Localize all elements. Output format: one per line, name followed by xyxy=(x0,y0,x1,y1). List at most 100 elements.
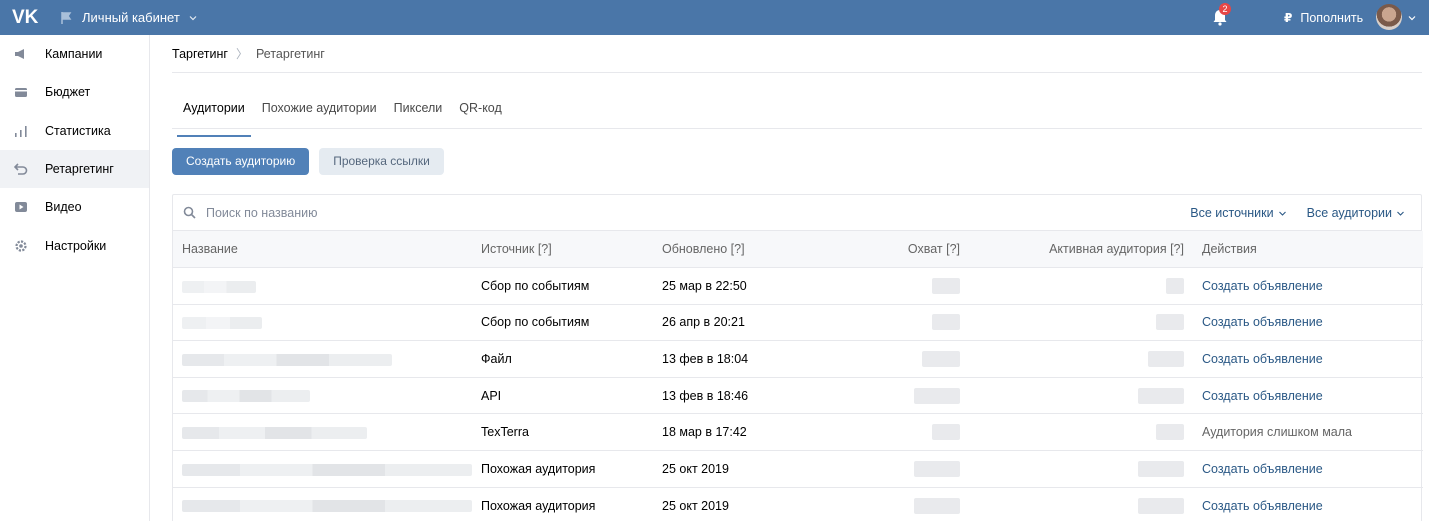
table-row: Сбор по событиям 25 мар в 22:50 Создать … xyxy=(173,267,1423,305)
sidebar-item-label: Настройки xyxy=(45,238,107,253)
search-icon xyxy=(183,206,196,219)
create-ad-link[interactable]: Создать объявление xyxy=(1193,303,1423,341)
search-row: Все источники Все аудитории xyxy=(173,195,1421,231)
row-active-redacted xyxy=(969,486,1193,521)
create-ad-link[interactable]: Создать объявление xyxy=(1193,340,1423,378)
main-content: Таргетинг 〉 Ретаргетинг Аудитории Похожи… xyxy=(172,35,1423,521)
breadcrumb-separator: 〉 xyxy=(235,47,248,61)
column-updated[interactable]: Обновлено [?] xyxy=(653,231,823,268)
tab-qr-code[interactable]: QR-код xyxy=(448,95,508,128)
vk-logo[interactable]: VK xyxy=(12,6,40,28)
table-header-row: Название Источник [?] Обновлено [?] Охва… xyxy=(173,231,1423,268)
row-source: API xyxy=(472,376,653,414)
breadcrumb-current: Ретаргетинг xyxy=(256,46,325,61)
row-reach-redacted xyxy=(823,413,969,451)
row-active-redacted xyxy=(969,376,1193,414)
sidebar-item-statistics[interactable]: Статистика xyxy=(0,112,149,150)
topup-label: Пополнить xyxy=(1300,10,1364,25)
breadcrumb-targeting[interactable]: Таргетинг xyxy=(172,47,228,61)
sidebar-item-campaigns[interactable]: Кампании xyxy=(0,35,149,73)
row-reach-redacted xyxy=(823,450,969,488)
chevron-down-icon xyxy=(1278,211,1286,216)
table-row: Похожая аудитория 25 окт 2019 Создать об… xyxy=(173,450,1423,488)
table-row: Сбор по событиям 26 апр в 20:21 Создать … xyxy=(173,303,1423,341)
audience-name-redacted[interactable] xyxy=(173,376,472,414)
audience-name-redacted[interactable] xyxy=(173,413,472,451)
create-audience-button[interactable]: Создать аудиторию xyxy=(172,148,310,175)
sidebar-item-label: Бюджет xyxy=(45,85,91,100)
create-ad-link[interactable]: Создать объявление xyxy=(1193,450,1423,488)
filters: Все источники Все аудитории xyxy=(1190,195,1405,231)
row-active-redacted xyxy=(969,413,1193,451)
svg-text:VK: VK xyxy=(12,7,39,28)
video-icon xyxy=(15,202,27,213)
row-updated: 13 фев в 18:46 xyxy=(653,376,823,414)
column-source[interactable]: Источник [?] xyxy=(472,231,653,268)
check-link-button[interactable]: Проверка ссылки xyxy=(319,148,444,175)
audience-name-redacted[interactable] xyxy=(173,450,472,488)
sidebar-item-settings[interactable]: Настройки xyxy=(0,226,149,264)
sidebar: Кампании Бюджет Статистика Ретаргетинг В… xyxy=(0,35,150,521)
audience-too-small-status: Аудитория слишком мала xyxy=(1193,413,1423,451)
breadcrumb: Таргетинг 〉 Ретаргетинг xyxy=(172,35,1422,73)
row-reach-redacted xyxy=(823,486,969,521)
table-row: API 13 фев в 18:46 Создать объявление xyxy=(173,376,1423,414)
flag-icon xyxy=(61,11,72,24)
row-updated: 25 окт 2019 xyxy=(653,450,823,488)
avatar[interactable] xyxy=(1376,4,1402,30)
create-ad-link[interactable]: Создать объявление xyxy=(1193,376,1423,414)
sidebar-item-label: Кампании xyxy=(45,47,103,62)
row-updated: 26 апр в 20:21 xyxy=(653,303,823,341)
audience-name-redacted[interactable] xyxy=(173,303,472,341)
audiences-table: Все источники Все аудитории Название Ист… xyxy=(172,194,1423,521)
sidebar-item-budget[interactable]: Бюджет xyxy=(0,73,149,111)
wallet-icon xyxy=(15,88,27,98)
retarget-icon xyxy=(14,163,28,175)
create-ad-link[interactable]: Создать объявление xyxy=(1193,486,1423,521)
table-row: Файл 13 фев в 18:04 Создать объявление xyxy=(173,340,1423,378)
action-bar: Создать аудиторию Проверка ссылки xyxy=(172,148,1422,175)
tab-bar: Аудитории Похожие аудитории Пиксели QR-к… xyxy=(172,95,1422,137)
topup-button[interactable]: ₽ Пополнить xyxy=(1284,0,1363,35)
sidebar-item-video[interactable]: Видео xyxy=(0,188,149,226)
row-source: Сбор по событиям xyxy=(472,303,653,341)
row-source: Сбор по событиям xyxy=(472,267,653,305)
audience-name-redacted[interactable] xyxy=(173,486,472,521)
column-active-audience[interactable]: Активная аудитория [?] xyxy=(969,231,1193,268)
filter-audiences[interactable]: Все аудитории xyxy=(1307,206,1405,220)
row-reach-redacted xyxy=(823,376,969,414)
audience-name-redacted[interactable] xyxy=(173,267,472,305)
table: Название Источник [?] Обновлено [?] Охва… xyxy=(173,231,1423,521)
table-row: TexTerra 18 мар в 17:42 Аудитория слишко… xyxy=(173,413,1423,451)
row-active-redacted xyxy=(969,303,1193,341)
row-source: TexTerra xyxy=(472,413,653,451)
notification-badge: 2 xyxy=(1219,3,1231,15)
chevron-down-icon[interactable] xyxy=(1407,13,1417,23)
audience-name-redacted[interactable] xyxy=(173,340,472,378)
row-source: Похожая аудитория xyxy=(472,450,653,488)
row-active-redacted xyxy=(969,450,1193,488)
filter-sources-label: Все источники xyxy=(1190,206,1274,220)
column-reach[interactable]: Охват [?] xyxy=(823,231,969,268)
row-updated: 18 мар в 17:42 xyxy=(653,413,823,451)
stats-icon xyxy=(15,125,27,137)
tab-lookalike-audiences[interactable]: Похожие аудитории xyxy=(251,95,383,128)
tab-audiences[interactable]: Аудитории xyxy=(172,95,251,137)
row-reach-redacted xyxy=(823,267,969,305)
row-source: Файл xyxy=(472,340,653,378)
row-reach-redacted xyxy=(823,303,969,341)
row-active-redacted xyxy=(969,267,1193,305)
ruble-icon: ₽ xyxy=(1284,10,1293,25)
top-bar: VK Личный кабинет 2 ₽ Пополнить xyxy=(0,0,1429,35)
column-name[interactable]: Название xyxy=(173,231,472,268)
search-input[interactable] xyxy=(206,205,606,220)
sidebar-item-retargeting[interactable]: Ретаргетинг xyxy=(0,149,149,189)
cabinet-menu[interactable]: Личный кабинет xyxy=(60,0,198,35)
sidebar-item-label: Ретаргетинг xyxy=(45,162,114,177)
column-actions: Действия xyxy=(1193,231,1423,268)
sidebar-item-label: Видео xyxy=(45,200,82,215)
megaphone-icon xyxy=(15,49,24,61)
tab-pixels[interactable]: Пиксели xyxy=(383,95,449,128)
filter-sources[interactable]: Все источники xyxy=(1190,206,1286,220)
create-ad-link[interactable]: Создать объявление xyxy=(1193,267,1423,305)
